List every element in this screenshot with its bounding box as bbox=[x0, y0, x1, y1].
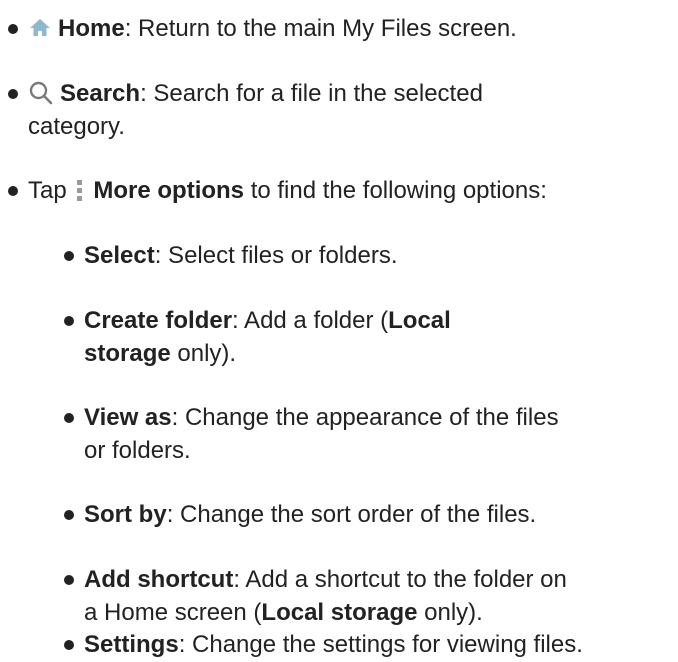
bullet bbox=[64, 251, 74, 261]
bullet bbox=[64, 640, 74, 650]
local-storage-text: Local storage bbox=[261, 599, 418, 626]
home-desc: : Return to the main My Files screen. bbox=[124, 15, 517, 42]
bullet bbox=[64, 510, 74, 520]
add-shortcut-label: Add shortcut bbox=[84, 566, 234, 593]
settings-label: Settings bbox=[84, 631, 179, 658]
subitem-add-shortcut-line1: Add shortcut: Add a shortcut to the fold… bbox=[84, 563, 567, 597]
view-as-label: View as bbox=[84, 404, 172, 431]
more-options-desc: to find the following options: bbox=[244, 177, 547, 204]
more-options-label: More options bbox=[93, 177, 245, 204]
settings-desc: : Change the settings for viewing files. bbox=[178, 631, 583, 658]
storage-text: storage bbox=[84, 340, 171, 367]
bullet bbox=[64, 575, 74, 585]
search-desc-line1: : Search for a file in the selected bbox=[140, 80, 483, 107]
bullet bbox=[8, 89, 18, 99]
select-label: Select bbox=[84, 242, 155, 269]
tap-prefix: Tap bbox=[28, 177, 74, 204]
create-folder-label: Create folder bbox=[84, 307, 233, 334]
add-shortcut-desc-line1: : Add a shortcut to the folder on bbox=[233, 566, 567, 593]
create-folder-desc: : Add a folder ( bbox=[232, 307, 389, 334]
sort-by-desc: : Change the sort order of the files. bbox=[166, 501, 537, 528]
subitem-create-folder-line1: Create folder: Add a folder (Local bbox=[84, 304, 451, 338]
list-item-home-text: Home: Return to the main My Files screen… bbox=[28, 12, 517, 46]
subitem-create-folder-line2: storage only). bbox=[84, 337, 236, 371]
select-desc: : Select files or folders. bbox=[154, 242, 398, 269]
search-label: Search bbox=[60, 80, 141, 107]
subitem-select-text: Select: Select files or folders. bbox=[84, 239, 397, 273]
bullet bbox=[64, 413, 74, 423]
view-as-desc-line1: : Change the appearance of the files bbox=[171, 404, 559, 431]
list-item-more-options-text: Tap More options to find the following o… bbox=[28, 174, 547, 208]
search-desc-line2: category. bbox=[28, 113, 125, 140]
bullet bbox=[64, 316, 74, 326]
subitem-view-as-line1: View as: Change the appearance of the fi… bbox=[84, 401, 559, 435]
local-text: Local bbox=[388, 307, 451, 334]
home-label: Home bbox=[58, 15, 125, 42]
home-screen-text: a Home screen ( bbox=[84, 599, 262, 626]
subitem-sort-by-text: Sort by: Change the sort order of the fi… bbox=[84, 498, 536, 532]
bullet bbox=[8, 24, 18, 34]
view-as-desc-line2: or folders. bbox=[84, 437, 191, 464]
subitem-settings-text: Settings: Change the settings for viewin… bbox=[84, 628, 583, 662]
search-icon bbox=[29, 81, 53, 104]
bullet bbox=[8, 186, 18, 196]
only-text: only). bbox=[417, 599, 483, 626]
only-text: only). bbox=[170, 340, 237, 367]
list-item-search-text: Search: Search for a file in the selecte… bbox=[28, 77, 483, 111]
sort-by-label: Sort by bbox=[84, 501, 167, 528]
subitem-add-shortcut-line2: a Home screen (Local storage only). bbox=[84, 596, 483, 630]
home-icon bbox=[30, 18, 50, 36]
more-options-icon bbox=[77, 179, 83, 201]
document-page: Home: Return to the main My Files screen… bbox=[0, 0, 678, 658]
